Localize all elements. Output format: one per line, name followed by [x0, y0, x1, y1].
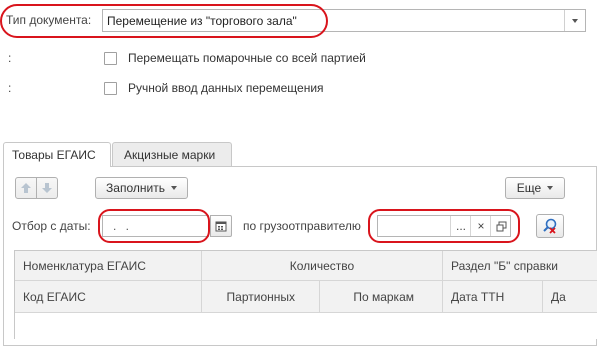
- move-down-button[interactable]: [36, 177, 58, 199]
- goods-table[interactable]: Номенклатура ЕГАИС Количество Раздел "Б"…: [14, 250, 597, 339]
- arrow-down-icon: [42, 183, 52, 193]
- col-header-date-truncated[interactable]: Да: [543, 281, 597, 313]
- chevron-down-icon: [547, 186, 554, 190]
- more-button[interactable]: Еще: [505, 177, 565, 199]
- shipper-filter-input[interactable]: ... ×: [377, 215, 511, 237]
- tab-excise-marks-label: Акцизные марки: [124, 148, 216, 162]
- apply-filter-button[interactable]: [536, 214, 564, 238]
- chevron-down-icon: [170, 186, 177, 190]
- arrow-up-icon: [21, 183, 31, 193]
- doc-type-select[interactable]: Перемещение из "торгового зала": [102, 9, 586, 32]
- move-up-button[interactable]: [15, 177, 37, 199]
- chevron-down-icon: [572, 18, 578, 23]
- more-button-label: Еще: [516, 181, 542, 195]
- shipper-select-button[interactable]: ...: [450, 216, 471, 236]
- calendar-icon: [215, 221, 227, 232]
- option-colon-2: :: [8, 81, 12, 95]
- move-remains-checkbox[interactable]: [104, 52, 117, 65]
- move-remains-label[interactable]: Перемещать помарочные со всей партией: [128, 51, 366, 65]
- col-header-section-b[interactable]: Раздел "Б" справки: [443, 251, 597, 281]
- shipper-open-button[interactable]: [490, 216, 511, 236]
- manual-entry-label[interactable]: Ручной ввод данных перемещения: [128, 81, 324, 95]
- col-header-egais-code[interactable]: Код ЕГАИС: [15, 281, 202, 313]
- doc-type-value: Перемещение из "торгового зала": [107, 14, 297, 28]
- search-clear-icon: [543, 218, 557, 234]
- fill-button-label: Заполнить: [106, 181, 165, 195]
- shipper-clear-button[interactable]: ×: [470, 216, 491, 236]
- col-header-ttn-date[interactable]: Дата ТТН: [443, 281, 543, 313]
- col-header-by-marks[interactable]: По маркам: [320, 281, 443, 313]
- manual-entry-checkbox[interactable]: [104, 82, 117, 95]
- doc-type-dropdown-button[interactable]: [564, 10, 585, 31]
- shipper-filter-label: по грузоотправителю: [243, 219, 361, 233]
- col-header-batch[interactable]: Партионных: [202, 281, 320, 313]
- calendar-button[interactable]: [210, 215, 232, 237]
- date-filter-input[interactable]: . .: [102, 215, 209, 237]
- doc-type-label: Тип документа:: [6, 13, 92, 27]
- date-filter-value: . .: [113, 219, 133, 233]
- tab-excise-marks[interactable]: Акцизные марки: [112, 142, 232, 166]
- tab-goods-egais-label: Товары ЕГАИС: [12, 148, 96, 162]
- option-colon-1: :: [8, 51, 12, 65]
- date-filter-label: Отбор с даты:: [12, 219, 91, 233]
- col-header-nomenclature[interactable]: Номенклатура ЕГАИС: [15, 251, 202, 281]
- ellipsis-icon: ...: [455, 219, 466, 233]
- fill-button[interactable]: Заполнить: [95, 177, 188, 199]
- clear-icon: ×: [477, 219, 485, 233]
- tab-goods-egais[interactable]: Товары ЕГАИС: [3, 142, 111, 167]
- open-window-icon: [496, 221, 506, 231]
- col-header-quantity[interactable]: Количество: [202, 251, 443, 281]
